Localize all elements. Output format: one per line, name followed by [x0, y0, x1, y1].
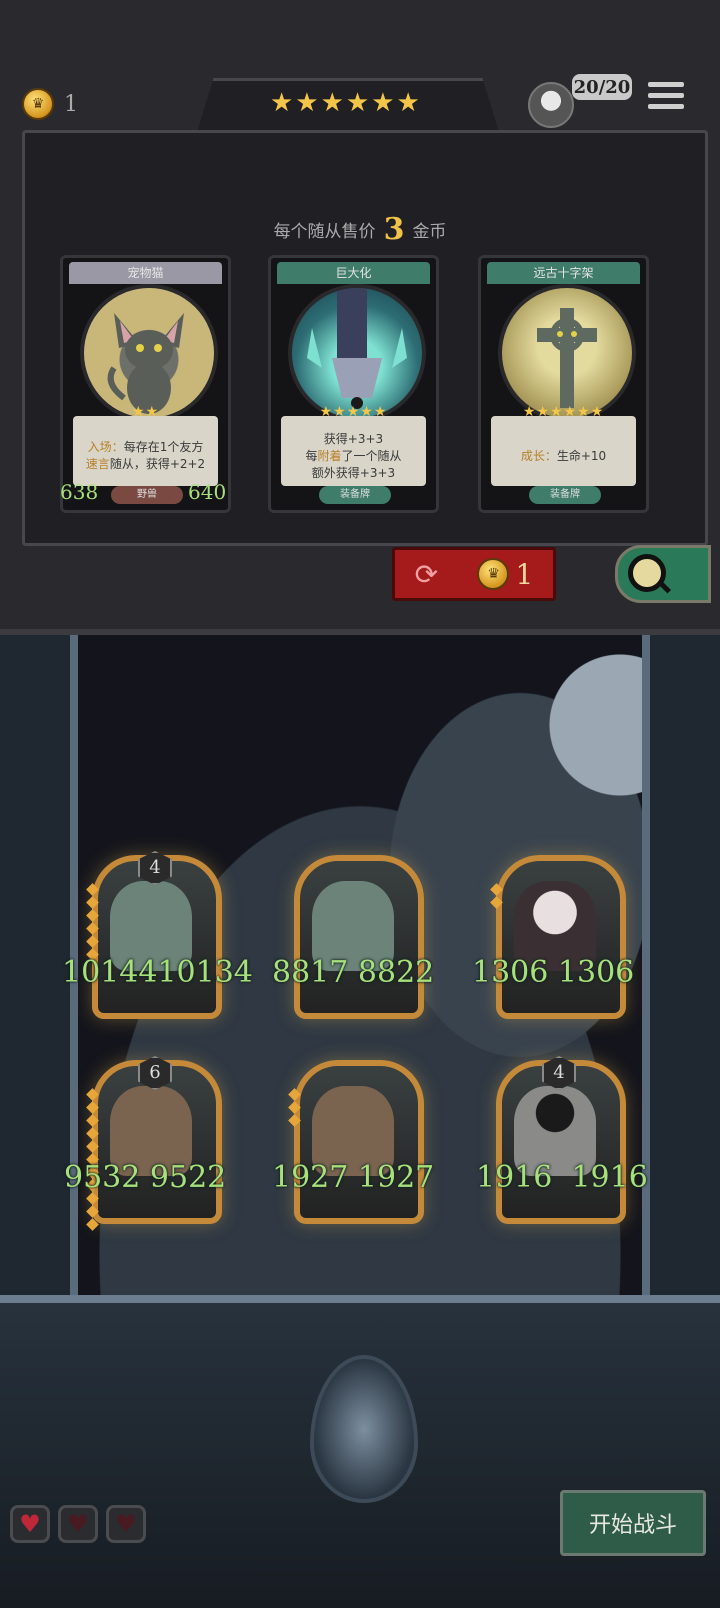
- coin-value: 1: [64, 91, 78, 117]
- card-tribe-tag: 野兽: [111, 486, 183, 504]
- minion-6-stats: 1916 1916: [476, 1160, 648, 1195]
- shop-card-ancient-cross[interactable]: 远古十字架 ★★★★★★ 成长：生命+10 装备牌: [478, 255, 649, 513]
- cross-portrait: [498, 284, 636, 422]
- card-description: 入场：每存在1个友方 速言随从，获得+2+2: [73, 416, 218, 486]
- card-type-tag: 装备牌: [529, 486, 601, 504]
- crown-coin-icon: ♛: [22, 88, 54, 120]
- board-frame-left: [0, 635, 78, 1395]
- board-capacity: 20/20: [572, 74, 632, 100]
- start-battle-button[interactable]: 开始战斗: [560, 1490, 706, 1556]
- refresh-icon: ⟳: [414, 557, 439, 591]
- shop-card-giant[interactable]: 巨大化 ★★★★★ 获得+3+3 每附着了一个随从 额外获得+3+3 装备牌: [268, 255, 439, 513]
- minion-slot-2[interactable]: [294, 855, 424, 1019]
- minion-slot-6[interactable]: 4: [496, 1056, 626, 1224]
- minion-slot-5[interactable]: [288, 1060, 424, 1224]
- card-description: 获得+3+3 每附着了一个随从 额外获得+3+3: [281, 416, 426, 486]
- cat-portrait: [80, 284, 218, 422]
- shop-card-pet-cat[interactable]: 宠物猫 ★★ 入场：每存在1个友方 速言随从，获得+2+2 野兽: [60, 255, 231, 513]
- heart-icon: ♥: [10, 1505, 50, 1543]
- minion-4-stats: 9532 9522: [64, 1160, 227, 1195]
- card-title: 巨大化: [277, 262, 430, 284]
- card-title: 宠物猫: [69, 262, 222, 284]
- pet-cat-health: 640: [188, 480, 227, 504]
- card-title: 远古十字架: [487, 262, 640, 284]
- minion-slot-1[interactable]: 4: [86, 851, 222, 1019]
- shop-panel: ★★★★★★ ♛ 1 20/20 每个随从售价 3 金币 宠物猫 ★★ 入场：每…: [0, 0, 720, 635]
- minion-level-badge: 4: [542, 1056, 576, 1090]
- minion-gems: [288, 1086, 301, 1129]
- minion-2-stats: 8817 8822: [272, 955, 435, 990]
- pet-cat-attack: 638: [60, 480, 99, 504]
- refresh-shop-button[interactable]: ⟳ ♛ 1: [392, 547, 556, 601]
- coin-counter: ♛ 1: [22, 88, 78, 120]
- minion-slot-4[interactable]: 6: [86, 1056, 222, 1231]
- minion-slot-3[interactable]: [490, 855, 626, 1019]
- search-button[interactable]: [615, 545, 711, 603]
- sell-price-suffix: 金币: [412, 222, 447, 242]
- minion-3-stats: 1306 1306: [472, 955, 635, 990]
- menu-icon[interactable]: [648, 82, 684, 116]
- minion-level-badge: 4: [138, 851, 172, 885]
- card-description: 成长：生命+10: [491, 416, 636, 486]
- giant-portrait: [288, 284, 426, 422]
- heart-icon: ♥: [106, 1505, 146, 1543]
- minion-5-stats: 1927 1927: [272, 1160, 435, 1195]
- minion-gems: [490, 881, 503, 911]
- minion-1-stats: 1014410134: [62, 955, 253, 990]
- magnifier-icon: [628, 554, 666, 592]
- board-frame-right: [642, 635, 720, 1395]
- minion-level-badge: 6: [138, 1056, 172, 1090]
- player-lives: ♥ ♥ ♥: [10, 1505, 146, 1543]
- card-type-tag: 装备牌: [319, 486, 391, 504]
- sell-price-prefix: 每个随从售价: [273, 222, 376, 242]
- shop-tier-stars: ★★★★★★: [270, 88, 422, 118]
- sell-price-value: 3: [383, 212, 405, 247]
- player-avatar[interactable]: [528, 82, 574, 128]
- crown-coin-icon: ♛: [477, 558, 510, 590]
- minion-gems: [86, 881, 99, 963]
- sell-price-label: 每个随从售价 3 金币: [0, 212, 720, 247]
- refresh-cost: 1: [515, 557, 534, 591]
- heart-icon: ♥: [58, 1505, 98, 1543]
